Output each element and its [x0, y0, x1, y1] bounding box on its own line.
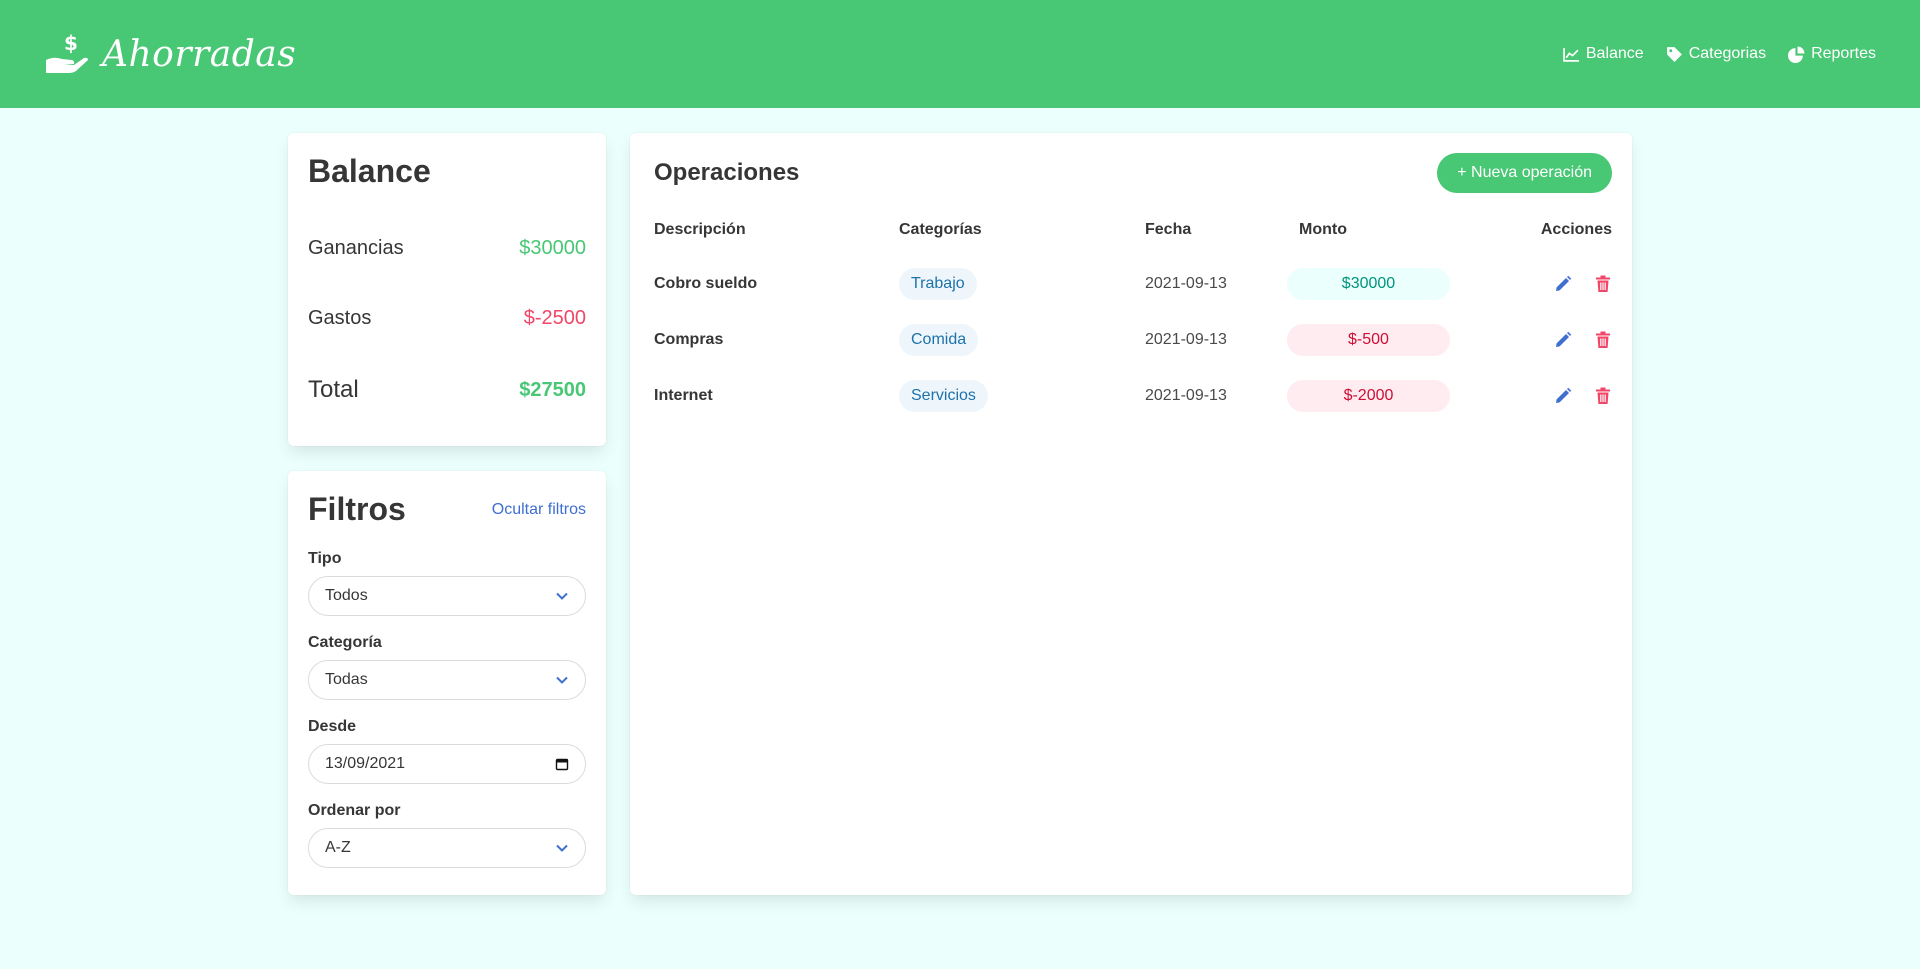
category-tag: Trabajo [899, 268, 977, 300]
desde-label: Desde [308, 718, 357, 735]
ordenar-label: Ordenar por [308, 802, 401, 819]
categoria-select-value: Todas [325, 671, 368, 688]
row-actions [1554, 331, 1612, 349]
categoria-select[interactable]: Todas [308, 660, 586, 700]
operations-card: Operaciones + Nueva operación Descripció… [630, 133, 1632, 895]
table-row: Internet Servicios 2021-09-13 $-2000 [654, 380, 1612, 412]
total-row: Total $27500 [308, 376, 586, 404]
ganancias-value: $30000 [519, 237, 586, 259]
nav-item-balance[interactable]: Balance [1563, 45, 1644, 63]
chevron-down-icon [556, 676, 568, 684]
navbar: $ Ahorradas Balance Categorias Reportes [0, 0, 1920, 108]
row-actions [1554, 275, 1612, 293]
tipo-select-value: Todos [325, 587, 368, 604]
row-actions [1554, 387, 1612, 405]
chevron-down-icon [556, 592, 568, 600]
brand-title: Ahorradas [102, 33, 297, 75]
delete-icon[interactable] [1594, 331, 1612, 349]
ganancias-label: Ganancias [308, 237, 404, 259]
total-label: Total [308, 376, 359, 403]
gastos-label: Gastos [308, 307, 372, 329]
tag-icon [1666, 46, 1682, 62]
hide-filters-link[interactable]: Ocultar filtros [492, 501, 586, 519]
delete-icon[interactable] [1594, 387, 1612, 405]
header-monto: Monto [1299, 221, 1347, 238]
edit-icon[interactable] [1554, 331, 1572, 349]
brand[interactable]: $ Ahorradas [44, 30, 296, 78]
filters-header: Filtros Ocultar filtros [308, 491, 586, 528]
nav-item-label: Categorias [1688, 45, 1767, 62]
row-fecha: 2021-09-13 [1145, 275, 1227, 292]
row-monto: $-500 [1287, 324, 1450, 356]
desde-date-value: 13/09/2021 [325, 755, 406, 772]
row-fecha: 2021-09-13 [1145, 331, 1227, 348]
hand-holding-dollar-icon: $ [46, 31, 88, 73]
tipo-select[interactable]: Todos [308, 576, 586, 616]
edit-icon[interactable] [1554, 387, 1572, 405]
operations-table-header: Descripción Categorías Fecha Monto Accio… [654, 221, 1612, 241]
ganancias-row: Ganancias $30000 [308, 237, 586, 260]
pie-chart-icon [1788, 46, 1805, 63]
nav-item-reportes[interactable]: Reportes [1788, 45, 1876, 63]
chart-line-icon [1563, 47, 1579, 62]
edit-icon[interactable] [1554, 275, 1572, 293]
operations-title: Operaciones [654, 159, 800, 186]
desde-date-input[interactable]: 13/09/2021 [308, 744, 586, 784]
operations-header: Operaciones + Nueva operación [654, 153, 1612, 193]
header-descripcion: Descripción [654, 221, 746, 238]
balance-title: Balance [308, 153, 431, 189]
delete-icon[interactable] [1594, 275, 1612, 293]
header-acciones: Acciones [1540, 221, 1612, 238]
nav-item-categorias[interactable]: Categorias [1666, 45, 1766, 63]
row-monto: $-2000 [1287, 380, 1450, 412]
balance-card: Balance Ganancias $30000 Gastos $-2500 T… [288, 133, 606, 446]
row-fecha: 2021-09-13 [1145, 387, 1227, 404]
ordenar-select-value: A-Z [325, 839, 351, 856]
gastos-row: Gastos $-2500 [308, 307, 586, 330]
row-descripcion: Cobro sueldo [654, 275, 758, 292]
calendar-icon[interactable] [555, 757, 569, 771]
nav-menu: Balance Categorias Reportes [1563, 45, 1876, 63]
table-row: Cobro sueldo Trabajo 2021-09-13 $30000 [654, 268, 1612, 300]
ordenar-select[interactable]: A-Z [308, 828, 586, 868]
nav-item-label: Balance [1585, 45, 1644, 62]
row-monto: $30000 [1287, 268, 1450, 300]
svg-text:$: $ [64, 31, 78, 55]
category-tag: Comida [899, 324, 979, 356]
filters-card: Filtros Ocultar filtros Tipo Todos Categ… [288, 471, 606, 895]
table-row: Compras Comida 2021-09-13 $-500 [654, 324, 1612, 356]
chevron-down-icon [556, 844, 568, 852]
row-descripcion: Internet [654, 387, 713, 404]
header-fecha: Fecha [1145, 221, 1192, 238]
total-value: $27500 [519, 378, 586, 401]
category-tag: Servicios [899, 380, 988, 412]
new-operation-button[interactable]: + Nueva operación [1437, 153, 1612, 193]
tipo-label: Tipo [308, 550, 342, 567]
gastos-value: $-2500 [523, 307, 586, 329]
header-categorias: Categorías [899, 221, 982, 238]
filters-title: Filtros [308, 491, 406, 527]
nav-item-label: Reportes [1811, 45, 1876, 62]
row-descripcion: Compras [654, 331, 724, 348]
categoria-label: Categoría [308, 634, 382, 651]
